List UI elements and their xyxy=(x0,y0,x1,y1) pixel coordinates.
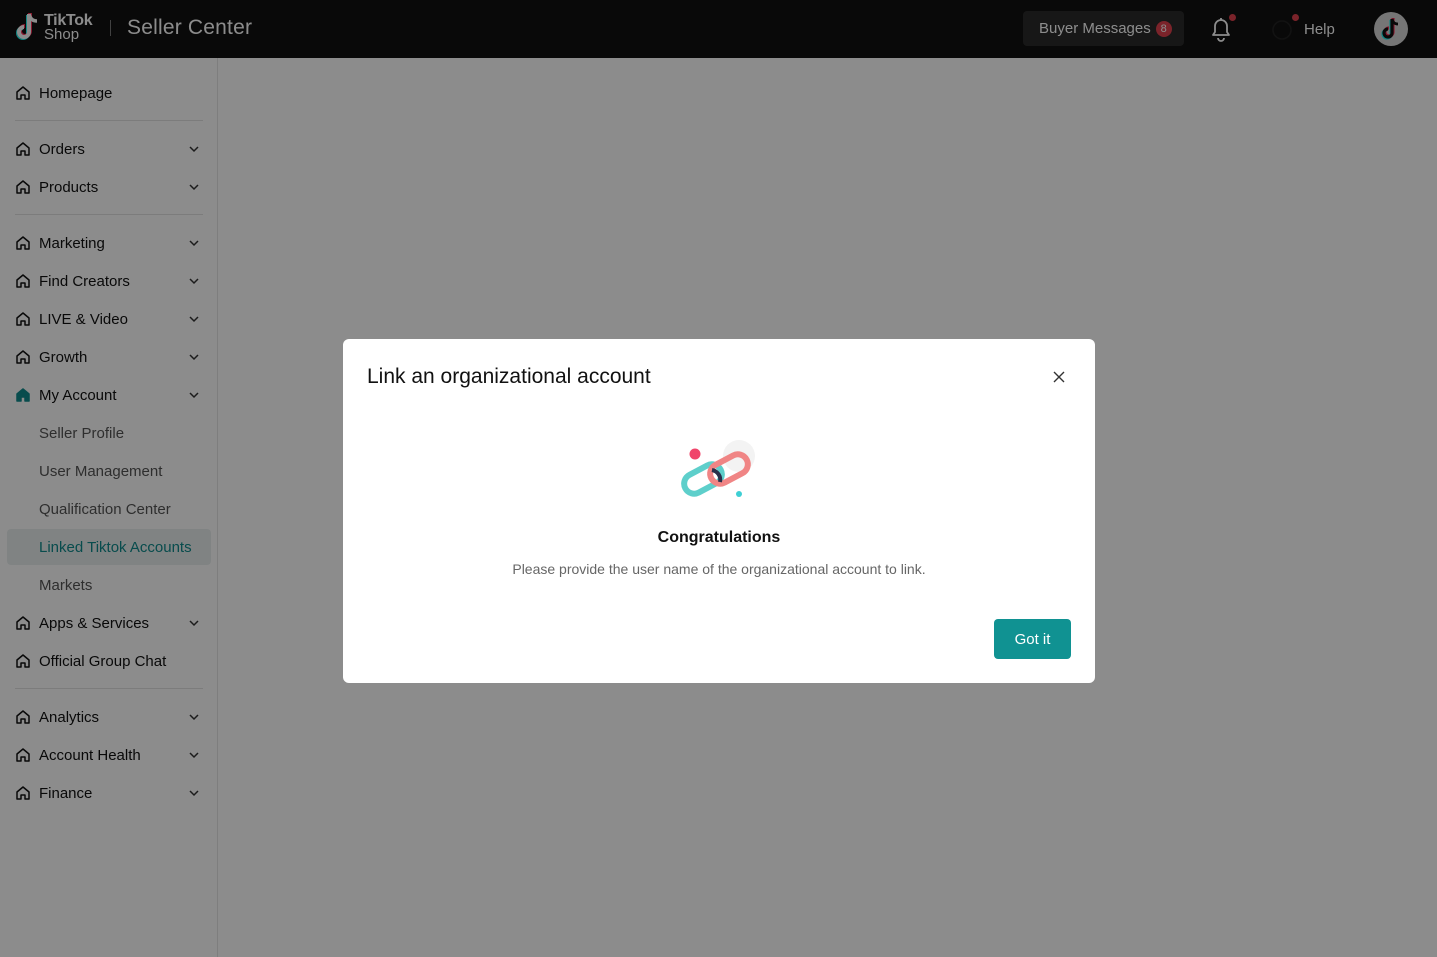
modal-title: Link an organizational account xyxy=(367,365,651,388)
close-icon[interactable] xyxy=(1049,367,1069,387)
modal-heading: Congratulations xyxy=(657,529,781,546)
got-it-button[interactable]: Got it xyxy=(994,619,1071,659)
link-account-modal: Link an organizational account Congratul… xyxy=(343,339,1095,683)
modal-description: Please provide the user name of the orga… xyxy=(512,561,926,577)
chain-link-icon xyxy=(681,440,755,497)
